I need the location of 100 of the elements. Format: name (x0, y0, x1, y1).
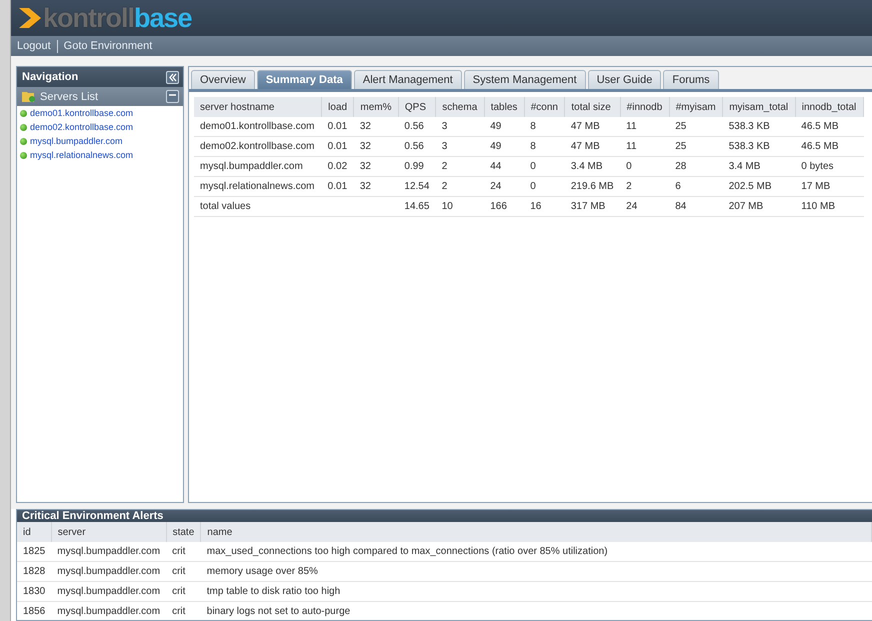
column-header[interactable]: mem% (354, 97, 398, 117)
table-cell: 47 MB (570, 121, 600, 132)
table-cell: 1856 (23, 606, 46, 617)
table-cell: 25 (675, 121, 686, 132)
table-cell: 0.02 (328, 161, 348, 172)
server-link[interactable]: demo01.kontrollbase.com (30, 108, 134, 118)
table-cell: binary logs not set to auto-purge (206, 606, 350, 617)
column-header[interactable]: total size (564, 97, 620, 117)
table-cell: 219.6 MB (570, 181, 614, 192)
table-cell: 84 (675, 201, 686, 212)
logo: kontrollbase (17, 2, 192, 34)
section-title: Servers List (40, 90, 100, 102)
table-cell: 3 (442, 121, 448, 132)
table-cell: 14.65 (404, 201, 430, 212)
table-cell: 110 MB (801, 201, 835, 212)
column-header[interactable]: server hostname (194, 97, 322, 117)
table-cell: 25 (675, 141, 686, 152)
table-cell: crit (172, 606, 186, 617)
table-cell: 0.99 (404, 161, 424, 172)
table-cell: 32 (360, 121, 371, 132)
table-cell: 0 (530, 181, 536, 192)
table-cell: crit (172, 586, 186, 597)
table-cell: 8 (530, 121, 536, 132)
tab[interactable]: Overview (191, 70, 255, 89)
server-link[interactable]: demo02.kontrollbase.com (30, 122, 134, 132)
column-header[interactable]: tables (484, 97, 524, 117)
table-cell: 538.3 KB (728, 121, 770, 132)
table-cell: 0.01 (328, 141, 348, 152)
column-header[interactable]: schema (436, 97, 484, 117)
tab[interactable]: System Management (464, 70, 586, 89)
column-header[interactable]: myisam_total (722, 97, 796, 117)
table-cell: 8 (530, 141, 536, 152)
table-cell: demo01.kontrollbase.com (200, 121, 315, 132)
tab[interactable]: Alert Management (354, 70, 462, 89)
table-cell: demo02.kontrollbase.com (200, 141, 315, 152)
status-dot (20, 124, 27, 130)
panel-title: Navigation (22, 71, 78, 83)
status-dot (20, 110, 27, 116)
status-dot (20, 152, 27, 158)
tab[interactable]: Summary Data (256, 70, 352, 89)
table-cell: 538.3 KB (728, 141, 770, 152)
table-cell: crit (172, 546, 186, 557)
top-link[interactable]: Logout (17, 40, 51, 52)
table-cell: 1830 (23, 586, 46, 597)
table-cell: 317 MB (570, 201, 606, 212)
folder-icon (22, 91, 35, 102)
table-cell: mysql.bumpaddler.com (57, 566, 160, 577)
table-cell: max_used_connections too high compared to max_connections (ratio over 85% utilization) (206, 546, 608, 557)
column-header[interactable]: server (51, 522, 166, 542)
table-cell: 0.01 (328, 121, 348, 132)
table-cell: memory usage over 85% (206, 566, 318, 577)
column-header[interactable]: #myisam (669, 97, 723, 117)
table-cell: 11 (626, 121, 637, 132)
panel-title: Critical Environment Alerts (22, 510, 164, 522)
table-cell: 1825 (23, 546, 46, 557)
table-cell: 166 (490, 201, 507, 212)
column-header[interactable]: #conn (524, 97, 565, 117)
status-dot (20, 138, 27, 144)
table-cell: 0.56 (404, 121, 424, 132)
table-cell: 0.56 (404, 141, 424, 152)
table-cell: mysql.bumpaddler.com (57, 606, 160, 617)
table-cell: 47 MB (570, 141, 600, 152)
table-cell: 2 (626, 181, 632, 192)
table-cell: 6 (675, 181, 681, 192)
column-header[interactable]: #innodb (620, 97, 670, 117)
table-cell: 28 (675, 161, 686, 172)
table-cell: 0.01 (328, 181, 348, 192)
column-header[interactable]: id (17, 522, 52, 542)
table-cell: 12.54 (404, 181, 430, 192)
table-cell: 0 bytes (801, 161, 834, 172)
table-cell: 32 (360, 161, 371, 172)
table-cell: 49 (490, 141, 502, 152)
table-cell: 44 (490, 161, 502, 172)
table-cell: mysql.bumpaddler.com (200, 161, 303, 172)
table-cell: 16 (530, 201, 542, 212)
top-link[interactable]: Goto Environment (64, 40, 152, 52)
table-cell: total values (200, 201, 251, 212)
column-header[interactable]: name (200, 522, 872, 542)
chevron-icon (17, 6, 43, 30)
tab[interactable]: User Guide (588, 70, 662, 89)
table-cell: 32 (360, 141, 371, 152)
table-cell: 3 (442, 141, 448, 152)
table-cell: 0 (530, 161, 536, 172)
table-cell: 11 (626, 141, 637, 152)
table-cell: 49 (490, 121, 502, 132)
column-header[interactable]: QPS (398, 97, 436, 117)
table-cell: crit (172, 566, 186, 577)
column-header[interactable]: load (322, 97, 354, 117)
server-link[interactable]: mysql.relationalnews.com (30, 150, 134, 160)
column-header[interactable]: state (166, 522, 201, 542)
column-header[interactable]: innodb_total (795, 97, 864, 117)
table-cell: 24 (626, 201, 638, 212)
tab[interactable]: Forums (663, 70, 719, 89)
minimize-button[interactable] (166, 90, 179, 103)
collapse-button[interactable] (166, 70, 179, 84)
table-cell: 46.5 MB (801, 121, 839, 132)
table-cell: 10 (442, 201, 453, 212)
server-link[interactable]: mysql.bumpaddler.com (30, 136, 123, 146)
table-cell: 3.4 MB (728, 161, 760, 172)
table-cell: 0 (626, 161, 632, 172)
